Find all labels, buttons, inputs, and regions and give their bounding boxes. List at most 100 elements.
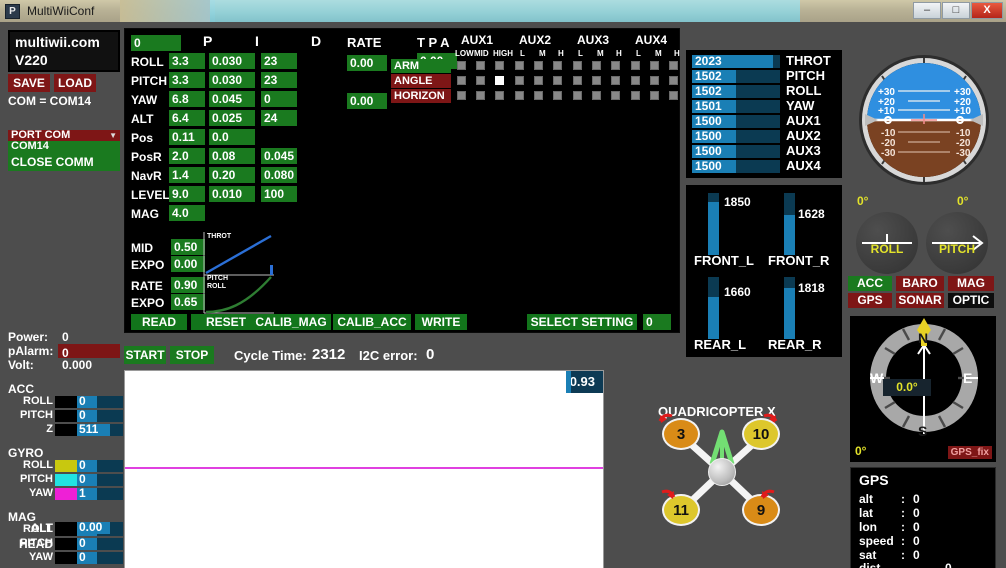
pid-field-alt-i[interactable]: 0.025 (209, 110, 255, 126)
select-setting-button[interactable]: SELECT SETTING (527, 314, 637, 330)
aux-checkbox-angle-4-2[interactable] (669, 76, 678, 85)
telemetry-graph[interactable]: 0.93 (124, 370, 604, 568)
mid-field[interactable]: 0.50 (171, 239, 205, 255)
aux-checkbox-horizon-3-2[interactable] (611, 91, 620, 100)
aux-checkbox-arm-4-2[interactable] (669, 61, 678, 70)
sensor-row: PITCH 0 (20, 472, 123, 486)
throttle-expo-label: EXPO (131, 258, 165, 272)
aux-checkbox-horizon-3-1[interactable] (592, 91, 601, 100)
aux-checkbox-arm-3-2[interactable] (611, 61, 620, 70)
aux-header-3: AUX3 (577, 33, 610, 47)
write-button[interactable]: WRITE (415, 314, 467, 330)
aux-checkbox-angle-2-1[interactable] (534, 76, 543, 85)
rate-field[interactable]: 0.90 (171, 277, 205, 293)
pid-field-roll-i[interactable]: 0.030 (209, 53, 255, 69)
aux-checkbox-horizon-1-0[interactable] (457, 91, 466, 100)
rate-expo-field[interactable]: 0.65 (171, 294, 205, 310)
aux-checkbox-horizon-4-0[interactable] (631, 91, 640, 100)
aux-checkbox-arm-1-1[interactable] (476, 61, 485, 70)
aux-checkbox-arm-2-2[interactable] (553, 61, 562, 70)
pid-field-yaw-p[interactable]: 6.8 (169, 91, 205, 107)
pid-field-pitch-p[interactable]: 3.3 (169, 72, 205, 88)
aux-checkbox-arm-3-1[interactable] (592, 61, 601, 70)
aux-checkbox-arm-2-1[interactable] (534, 61, 543, 70)
setting-index-field[interactable]: 0 (131, 35, 181, 51)
pid-field-alt-p[interactable]: 6.4 (169, 110, 205, 126)
start-button[interactable]: START (124, 346, 166, 364)
gps-panel: GPS alt:0lat:0lon:0speed:0sat:0 dist hom… (850, 467, 996, 568)
pid-field-navr-d[interactable]: 0.080 (261, 167, 297, 183)
throttle-expo-field[interactable]: 0.00 (171, 256, 205, 272)
sensor-color-swatch (55, 552, 77, 564)
pid-field-mag-p[interactable]: 4.0 (169, 205, 205, 221)
calib-mag-button[interactable]: CALIB_MAG (251, 314, 331, 330)
pid-field-level-i[interactable]: 0.010 (209, 186, 255, 202)
stop-button[interactable]: STOP (170, 346, 214, 364)
aux-checkbox-horizon-2-2[interactable] (553, 91, 562, 100)
pid-field-posr-p[interactable]: 2.0 (169, 148, 205, 164)
column-header-p: P (203, 33, 213, 49)
aux-checkbox-arm-3-0[interactable] (573, 61, 582, 70)
aux-checkbox-horizon-1-2[interactable] (495, 91, 504, 100)
pid-field-yaw-d[interactable]: 0 (261, 91, 297, 107)
quadcopter-diagram: QUADRICOPTER X 3 10 11 9 (640, 404, 805, 539)
sensor-row-label: ROLL (23, 459, 53, 471)
pid-field-alt-d[interactable]: 24 (261, 110, 297, 126)
pid-field-navr-p[interactable]: 1.4 (169, 167, 205, 183)
pitch-knob[interactable]: PITCH (926, 212, 988, 274)
aux-checkbox-arm-4-1[interactable] (650, 61, 659, 70)
pid-field-posr-d[interactable]: 0.045 (261, 148, 297, 164)
gps-row-value: 0 (913, 506, 920, 520)
maximize-button[interactable]: □ (942, 2, 970, 19)
pid-field-yaw-rate[interactable]: 0.00 (347, 93, 387, 109)
save-button[interactable]: SAVE (8, 74, 50, 92)
aux-checkbox-horizon-1-1[interactable] (476, 91, 485, 100)
pid-field-roll-d[interactable]: 23 (261, 53, 297, 69)
gps-row-value: 0 (913, 520, 920, 534)
aux-checkbox-angle-1-2[interactable] (495, 76, 504, 85)
sensor-color-swatch (55, 410, 77, 422)
aux-checkbox-horizon-2-0[interactable] (515, 91, 524, 100)
aux-checkbox-angle-3-1[interactable] (592, 76, 601, 85)
pid-field-yaw-i[interactable]: 0.045 (209, 91, 255, 107)
aux-checkbox-angle-4-0[interactable] (631, 76, 640, 85)
pid-field-pos-p[interactable]: 0.11 (169, 129, 205, 145)
pid-field-navr-i[interactable]: 0.20 (209, 167, 255, 183)
pid-field-posr-i[interactable]: 0.08 (209, 148, 255, 164)
read-button[interactable]: READ (131, 314, 187, 330)
calib-acc-button[interactable]: CALIB_ACC (333, 314, 411, 330)
motor-bar-fill (708, 296, 719, 339)
sensor-row-label: PITCH (20, 409, 53, 421)
aux-checkbox-horizon-4-2[interactable] (669, 91, 678, 100)
aux-checkbox-arm-2-0[interactable] (515, 61, 524, 70)
pid-field-pitch-i[interactable]: 0.030 (209, 72, 255, 88)
aux-checkbox-angle-2-2[interactable] (553, 76, 562, 85)
select-setting-value[interactable]: 0 (643, 314, 671, 330)
pid-field-roll-p[interactable]: 3.3 (169, 53, 205, 69)
aux-checkbox-angle-1-1[interactable] (476, 76, 485, 85)
aux-checkbox-angle-3-2[interactable] (611, 76, 620, 85)
pid-field-pos-i[interactable]: 0.0 (209, 129, 255, 145)
pid-field-level-d[interactable]: 100 (261, 186, 297, 202)
rc-name: AUX3 (786, 143, 821, 158)
pid-field-pitch-d[interactable]: 23 (261, 72, 297, 88)
close-button[interactable]: X (971, 2, 1003, 19)
rc-channel-row: 1502 PITCH (692, 68, 836, 83)
roll-knob[interactable]: ROLL (856, 212, 918, 274)
aux-checkbox-horizon-4-1[interactable] (650, 91, 659, 100)
aux-checkbox-horizon-2-1[interactable] (534, 91, 543, 100)
aux-checkbox-angle-1-0[interactable] (457, 76, 466, 85)
aux-checkbox-arm-4-0[interactable] (631, 61, 640, 70)
aux-checkbox-arm-1-0[interactable] (457, 61, 466, 70)
pid-field-level-p[interactable]: 9.0 (169, 186, 205, 202)
minimize-button[interactable]: – (913, 2, 941, 19)
load-button[interactable]: LOAD (54, 74, 96, 92)
aux-checkbox-angle-4-1[interactable] (650, 76, 659, 85)
aux-checkbox-angle-2-0[interactable] (515, 76, 524, 85)
aux-checkbox-angle-3-0[interactable] (573, 76, 582, 85)
pid-field-roll-rate[interactable]: 0.00 (347, 55, 387, 71)
aux-checkbox-arm-1-2[interactable] (495, 61, 504, 70)
port-com-dropdown[interactable]: PORT COM ▼ COM14 (8, 130, 120, 154)
close-comm-button[interactable]: CLOSE COMM (8, 154, 120, 171)
aux-checkbox-horizon-3-0[interactable] (573, 91, 582, 100)
